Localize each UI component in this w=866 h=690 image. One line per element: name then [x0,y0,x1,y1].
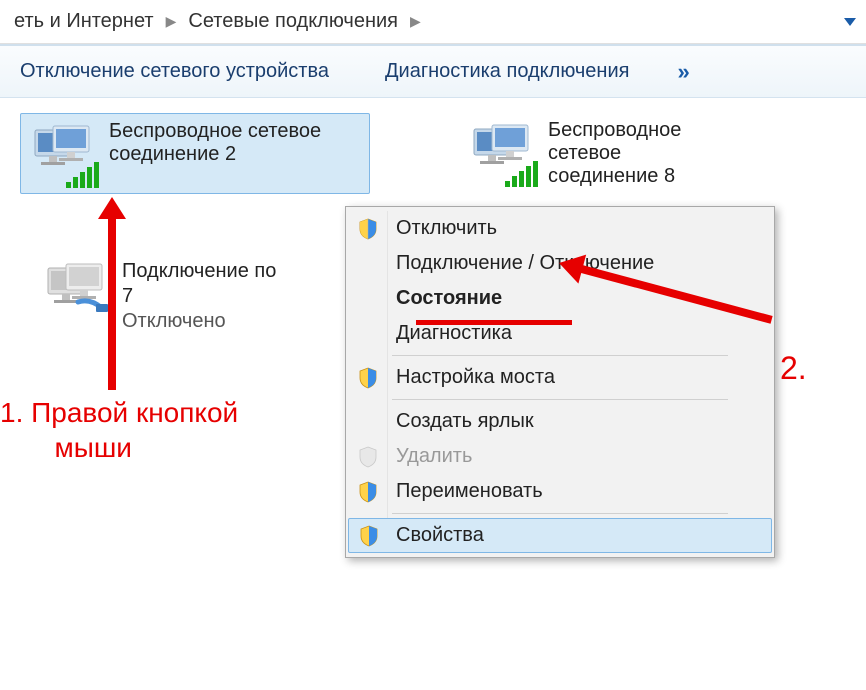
toolbar-diagnose[interactable]: Диагностика подключения [377,56,637,87]
dropdown-arrow-icon[interactable] [844,18,856,26]
toolbar-disable-device[interactable]: Отключение сетевого устройства [12,56,337,87]
network-adapter-icon [27,120,97,180]
adapter-status: Отключено [122,310,276,333]
menu-separator [392,513,728,514]
breadcrumb: еть и Интернет ▶ Сетевые подключения ▶ [0,0,866,44]
signal-strength-icon [505,161,538,187]
network-adapter-disabled-icon [40,260,110,320]
adapter-label: Беспроводное сетевое соединение 2 [109,120,363,187]
annotation-arrow-1 [108,215,116,390]
network-adapter-icon [466,119,536,179]
toolbar-overflow-icon[interactable]: » [677,59,686,85]
shield-icon [358,481,378,503]
adapter-wifi-8[interactable]: Беспроводное сетевое соединение 8 [460,113,740,194]
breadcrumb-network-connections[interactable]: Сетевые подключения [184,8,402,35]
breadcrumb-sep-icon: ▶ [410,13,421,30]
menu-disable[interactable]: Отключить [348,211,772,246]
shield-icon [359,525,379,547]
signal-strength-icon [66,162,99,188]
adapter-list: Беспроводное сетевое соединение 2 [0,98,866,209]
toolbar: Отключение сетевого устройства Диагности… [0,46,866,98]
adapter-wifi-2[interactable]: Беспроводное сетевое соединение 2 [20,113,370,194]
breadcrumb-internet[interactable]: еть и Интернет [10,8,158,35]
adapter-local-7[interactable]: Подключение по 7 Отключено [40,260,390,333]
adapter-label: Подключение по 7 Отключено [122,260,276,333]
menu-rename[interactable]: Переименовать [348,474,772,509]
menu-delete: Удалить [348,439,772,474]
menu-properties[interactable]: Свойства [348,518,772,553]
breadcrumb-sep-icon: ▶ [166,13,177,30]
annotation-step-2: 2. [780,350,807,387]
shield-icon [358,218,378,240]
shield-icon [358,367,378,389]
menu-separator [392,355,728,356]
shield-disabled-icon [358,446,378,468]
menu-create-shortcut[interactable]: Создать ярлык [348,404,772,439]
menu-bridge[interactable]: Настройка моста [348,360,772,395]
adapter-label: Беспроводное сетевое соединение 8 [548,119,734,188]
annotation-underline [416,320,572,325]
annotation-step-1: 1. Правой кнопкой мыши [0,395,238,465]
menu-separator [392,399,728,400]
